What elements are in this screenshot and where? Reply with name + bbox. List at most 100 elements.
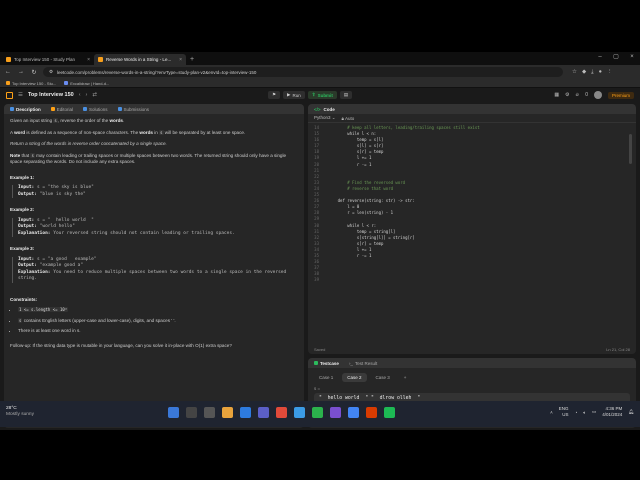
close-icon[interactable]: × (87, 57, 90, 63)
extensions-icon[interactable]: ◆ (582, 69, 586, 76)
problem-description: Given an input string s, reverse the ord… (4, 114, 304, 414)
star-icon[interactable]: ☆ (572, 69, 577, 76)
forward-icon[interactable]: → (17, 69, 25, 75)
auto-toggle[interactable]: 🔒︎ Auto (342, 116, 355, 121)
study-plan-title[interactable]: Top Interview 150 (28, 92, 74, 98)
chevron-up-icon[interactable]: ˄ (550, 410, 553, 415)
battery-icon[interactable]: ▭ (592, 409, 596, 415)
office-icon[interactable] (366, 407, 377, 418)
site-info-icon[interactable]: ⚙ (49, 69, 53, 75)
new-tab-icon[interactable]: + (190, 54, 194, 65)
close-window-icon[interactable]: × (624, 52, 640, 63)
editor-toolbar: Python3 ⌄ 🔒︎ Auto (308, 114, 636, 123)
tab-editorial[interactable]: Editorial (50, 107, 73, 112)
description-icon (10, 107, 14, 111)
taskview-icon[interactable] (204, 407, 215, 418)
menu-icon[interactable]: ⋮ (607, 69, 613, 76)
tab-study-plan[interactable]: Top Interview 150 - Study Plan × (2, 54, 94, 65)
tab-description[interactable]: Description (10, 107, 41, 112)
url-field[interactable]: ⚙ leetcode.com/problems/reverse-words-in-… (43, 67, 563, 77)
tab-testcase[interactable]: Testcase (314, 361, 339, 366)
vscode-icon[interactable] (294, 407, 305, 418)
add-case-icon[interactable]: + (399, 373, 412, 382)
system-tray: ˄ ENG US ◔ 🔈︎ ▭ 4:36 PM 4/01/2024 🔔︎ (550, 406, 634, 418)
search-icon[interactable] (186, 407, 197, 418)
back-icon[interactable]: ← (4, 69, 12, 75)
flask-icon (83, 107, 88, 111)
layout-icon[interactable]: ▦ (554, 92, 559, 98)
address-bar: ← → ↻ ⚙ leetcode.com/problems/reverse-wor… (0, 65, 640, 79)
editorial-icon (50, 107, 55, 111)
list-icon[interactable]: ☰ (18, 92, 23, 98)
tab-submissions[interactable]: Submissions (117, 107, 149, 112)
debug-button[interactable]: ⚑ (268, 91, 281, 99)
weather-desc: Mostly sunny (6, 412, 34, 417)
wifi-icon[interactable]: ◔ (575, 410, 578, 415)
leetcode-logo-icon[interactable] (6, 91, 13, 99)
code-text: r -= 1 (328, 252, 372, 258)
premium-button[interactable]: Premium (607, 91, 634, 99)
case-1-tab[interactable]: Case 1 (314, 373, 338, 382)
settings-icon[interactable]: ⚙ (565, 92, 569, 98)
terminal-icon: ›_ (348, 360, 353, 366)
gutter (322, 277, 328, 283)
chrome-icon[interactable] (348, 407, 359, 418)
shuffle-icon[interactable]: ⇄ (92, 92, 97, 98)
tab-label: Description (16, 106, 41, 112)
code-text: r = len(string) - 1 (328, 210, 394, 216)
app-icon[interactable] (312, 407, 323, 418)
notification-icon[interactable]: 🔔︎ (628, 409, 634, 415)
reload-icon[interactable]: ↻ (30, 69, 38, 76)
streak-count: 0 (585, 92, 588, 98)
save-status: Saved (314, 347, 326, 352)
weather-widget[interactable]: 28°C Mostly sunny (6, 406, 34, 418)
spotify-icon[interactable] (384, 407, 395, 418)
code-area[interactable]: 14 # keep all letters, leading/trailing … (308, 125, 636, 341)
bookmark-label: Top Interview 150 - Stu... (12, 80, 57, 86)
start-icon[interactable] (168, 407, 179, 418)
case-3-tab[interactable]: Case 3 (371, 373, 395, 382)
language-indicator[interactable]: ENG US (559, 406, 569, 418)
profile-icon[interactable]: ● (599, 69, 602, 76)
tab-solutions[interactable]: Solutions (83, 107, 108, 112)
window-controls: – ▢ × (592, 52, 640, 63)
leetcode-header: ☰ Top Interview 150 ‹ › ⇄ ⚑ ▶ Run ⇧ Submit… (0, 88, 640, 102)
explorer-icon[interactable] (222, 407, 233, 418)
submit-button[interactable]: ⇧ Submit (307, 91, 337, 99)
minimize-icon[interactable]: – (592, 52, 608, 63)
close-icon[interactable]: × (179, 57, 182, 63)
run-button[interactable]: ▶ Run (283, 91, 305, 99)
code-icon: </> (314, 106, 321, 112)
maximize-icon[interactable]: ▢ (608, 52, 624, 63)
prev-icon[interactable]: ‹ (79, 92, 81, 98)
avatar[interactable] (593, 91, 602, 99)
download-icon[interactable]: ⤓ (591, 69, 593, 76)
history-icon (117, 107, 122, 111)
volume-icon[interactable]: 🔈︎ (583, 410, 586, 415)
line-number: 39 (314, 277, 319, 283)
checkbox-icon (314, 361, 318, 365)
testcase-tabs: Testcase ›_ Test Result (308, 358, 636, 368)
editor-status: Saved Ln 21, Col 28 (308, 345, 636, 354)
bookmark-item[interactable]: Excalidraw | Hand-d... (64, 81, 109, 86)
tab-reverse-words[interactable]: Reverse Words in a String - Le... × (94, 54, 186, 65)
left-tabs: Description Editorial Solutions Submissi… (4, 104, 304, 114)
editor-scrollbar[interactable] (629, 134, 632, 164)
bookmark-item[interactable]: Top Interview 150 - Stu... (6, 81, 56, 86)
app-icon[interactable] (330, 407, 341, 418)
fire-icon[interactable]: 🔥︎ (576, 92, 580, 98)
edge-icon[interactable] (240, 407, 251, 418)
language-select[interactable]: Python3 ⌄ (314, 115, 336, 121)
example-3: Example 3: Input: s = "a good example" O… (10, 246, 298, 283)
code-line: 39 (308, 277, 636, 283)
constraints-title: Constraints: (10, 296, 38, 302)
teams-icon[interactable] (258, 407, 269, 418)
case-2-tab[interactable]: Case 2 (342, 373, 367, 382)
app-icon[interactable] (276, 407, 287, 418)
clock[interactable]: 4:36 PM 4/01/2024 (602, 406, 622, 418)
next-icon[interactable]: › (86, 92, 88, 98)
leetcode-favicon (98, 57, 103, 62)
tab-test-result[interactable]: ›_ Test Result (349, 361, 377, 366)
note-paragraph: Note that s may contain leading or trail… (10, 152, 287, 164)
notes-button[interactable]: ▤ (339, 91, 353, 99)
